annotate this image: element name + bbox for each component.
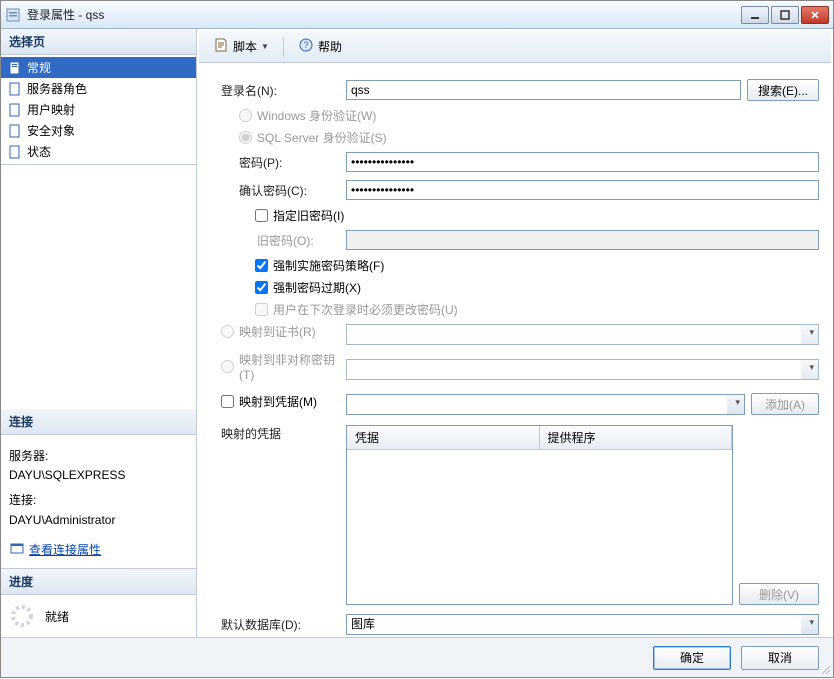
maximize-button[interactable] [771,6,799,24]
must-change-label: 用户在下次登录时必须更改密码(U) [273,301,458,318]
page-icon [7,123,23,139]
connection-header: 连接 [1,409,196,435]
default-db-label: 默认数据库(D): [221,616,346,633]
login-name-label: 登录名(N): [221,82,346,99]
connection-value: DAYU\Administrator [9,511,188,530]
sidebar: 选择页 常规 服务器角色 用户映射 安全对象 [1,29,197,637]
close-button[interactable] [801,6,829,24]
map-asym-radio [221,360,234,373]
must-change-checkbox [255,303,268,316]
confirm-password-input[interactable] [346,180,819,200]
default-db-select[interactable]: 图库 [346,614,819,635]
script-label: 脚本 [233,38,257,55]
help-label: 帮助 [318,38,342,55]
add-button[interactable]: 添加(A) [751,393,819,415]
progress-header: 进度 [1,569,196,595]
enforce-expire-checkbox[interactable] [255,281,268,294]
search-button[interactable]: 搜索(E)... [747,79,819,101]
nav-label: 安全对象 [27,122,75,139]
map-cert-select [346,324,819,345]
nav-status[interactable]: 状态 [1,141,196,162]
login-name-input[interactable] [346,80,741,100]
table-body [347,450,732,604]
nav-user-mapping[interactable]: 用户映射 [1,99,196,120]
password-label: 密码(P): [221,154,346,171]
col-credential[interactable]: 凭据 [347,426,540,449]
script-icon [213,37,229,56]
nav-label: 服务器角色 [27,80,87,97]
nav-label: 状态 [27,143,51,160]
map-cred-label: 映射到凭据(M) [239,393,317,410]
window-titlebar: 登录属性 - qss [1,1,833,29]
page-icon [7,102,23,118]
window-title: 登录属性 - qss [27,6,741,23]
chevron-down-icon: ▼ [261,42,269,51]
nav-label: 用户映射 [27,101,75,118]
nav-securables[interactable]: 安全对象 [1,120,196,141]
pages-header: 选择页 [1,29,196,55]
col-provider[interactable]: 提供程序 [540,426,733,449]
mapped-cred-label: 映射的凭据 [221,421,346,605]
enforce-policy-checkbox[interactable] [255,259,268,272]
page-icon [7,60,23,76]
map-cert-radio [221,325,234,338]
old-password-input [346,230,819,250]
server-label: 服务器: [9,447,188,466]
sql-auth-radio [239,131,252,144]
toolbar-separator [283,37,284,57]
page-icon [7,144,23,160]
map-cred-select[interactable] [346,394,745,415]
old-password-label: 旧密码(O): [221,232,346,249]
windows-auth-label: Windows 身份验证(W) [257,107,376,124]
map-asym-label: 映射到非对称密钥(T) [239,351,346,382]
minimize-button[interactable] [741,6,769,24]
specify-old-password-checkbox[interactable] [255,209,268,222]
credentials-table: 凭据 提供程序 [346,425,733,605]
dialog-footer: 确定 取消 [1,637,833,677]
progress-status: 就绪 [45,608,69,625]
progress-ring-icon [9,603,35,629]
page-icon [7,81,23,97]
enforce-expire-label: 强制密码过期(X) [273,279,361,296]
nav-general[interactable]: 常规 [1,57,196,78]
link-text: 查看连接属性 [29,541,101,560]
help-icon: ? [298,37,314,56]
sql-auth-label: SQL Server 身份验证(S) [257,129,387,146]
resize-grip-icon[interactable] [820,664,832,676]
link-icon [9,540,25,562]
password-input[interactable] [346,152,819,172]
help-button[interactable]: ? 帮助 [292,34,348,59]
enforce-policy-label: 强制实施密码策略(F) [273,257,384,274]
connection-label: 连接: [9,491,188,510]
map-asym-select [346,359,819,380]
map-cred-checkbox[interactable] [221,395,234,408]
confirm-password-label: 确认密码(C): [221,182,346,199]
nav-label: 常规 [27,59,51,76]
windows-auth-radio [239,109,252,122]
specify-old-password-label: 指定旧密码(I) [273,207,344,224]
view-connection-props-link[interactable]: 查看连接属性 [9,540,101,562]
server-value: DAYU\SQLEXPRESS [9,466,188,485]
toolbar: 脚本 ▼ ? 帮助 [199,31,831,63]
ok-button[interactable]: 确定 [653,646,731,670]
cancel-button[interactable]: 取消 [741,646,819,670]
script-button[interactable]: 脚本 ▼ [207,34,275,59]
app-icon [5,7,21,23]
nav-server-roles[interactable]: 服务器角色 [1,78,196,99]
map-cert-label: 映射到证书(R) [239,323,316,340]
remove-button[interactable]: 删除(V) [739,583,819,605]
svg-text:?: ? [303,40,308,50]
